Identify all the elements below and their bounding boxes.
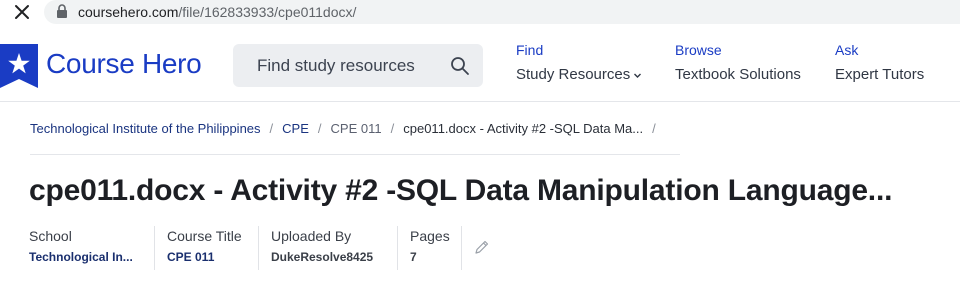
lock-icon[interactable] <box>56 4 68 18</box>
nav-browse[interactable]: Browse Textbook Solutions <box>675 42 801 83</box>
pencil-icon[interactable] <box>474 239 490 255</box>
close-icon[interactable] <box>12 2 32 22</box>
logo-text[interactable]: Course Hero <box>46 48 202 80</box>
meta-uploaded: Uploaded By DukeResolve8425 <box>271 226 373 270</box>
search-icon[interactable] <box>450 56 470 76</box>
nav-expert-tutors[interactable]: Expert Tutors <box>835 66 924 83</box>
nav-textbook-solutions[interactable]: Textbook Solutions <box>675 66 801 83</box>
nav-study-resources-label: Study Resources <box>516 66 631 83</box>
breadcrumb-current: cpe011.docx - Activity #2 -SQL Data Ma..… <box>403 121 644 136</box>
pages-value: 7 <box>410 250 417 264</box>
nav-find-label[interactable]: Find <box>516 42 642 58</box>
breadcrumb-separator: / <box>652 121 656 136</box>
browser-address-bar: coursehero.com/file/162833933/cpe011docx… <box>0 0 960 26</box>
meta-course: Course Title CPE 011 <box>167 226 242 270</box>
breadcrumb: Technological Institute of the Philippin… <box>30 121 665 136</box>
nav-find[interactable]: Find Study Resources <box>516 42 642 83</box>
chevron-down-icon <box>634 73 642 78</box>
page-title: cpe011.docx - Activity #2 -SQL Data Mani… <box>29 174 893 207</box>
search-input[interactable]: Find study resources <box>257 56 415 76</box>
nav-study-resources[interactable]: Study Resources <box>516 66 642 83</box>
school-label: School <box>29 228 72 244</box>
nav-browse-label[interactable]: Browse <box>675 42 801 58</box>
school-value[interactable]: Technological In... <box>29 250 133 264</box>
breadcrumb-separator: / <box>269 121 274 136</box>
site-header: Course Hero Find study resources Find St… <box>0 26 960 102</box>
uploaded-label: Uploaded By <box>271 228 352 244</box>
logo-star-icon[interactable] <box>0 44 38 88</box>
pages-label: Pages <box>410 228 450 244</box>
url-text[interactable]: coursehero.com/file/162833933/cpe011docx… <box>78 4 356 20</box>
url-path: /file/162833933/cpe011docx/ <box>178 4 357 20</box>
breadcrumb-school[interactable]: Technological Institute of the Philippin… <box>30 121 261 136</box>
nav-ask[interactable]: Ask Expert Tutors <box>835 42 924 83</box>
meta-divider <box>154 226 155 270</box>
meta-divider <box>258 226 259 270</box>
breadcrumb-course[interactable]: CPE 011 <box>331 121 382 136</box>
breadcrumb-separator: / <box>317 121 322 136</box>
breadcrumb-subject[interactable]: CPE <box>282 121 309 136</box>
breadcrumb-divider <box>30 154 680 155</box>
course-label: Course Title <box>167 228 242 244</box>
course-value[interactable]: CPE 011 <box>167 250 242 264</box>
meta-divider <box>397 226 398 270</box>
search-box[interactable]: Find study resources <box>233 44 483 87</box>
meta-divider <box>461 226 462 270</box>
breadcrumb-separator: / <box>390 121 395 136</box>
nav-ask-label[interactable]: Ask <box>835 42 924 58</box>
meta-school: School Technological In... <box>29 226 133 270</box>
url-host: coursehero.com <box>78 4 179 20</box>
uploaded-value: DukeResolve8425 <box>271 250 374 264</box>
meta-pages: Pages 7 <box>410 226 450 270</box>
